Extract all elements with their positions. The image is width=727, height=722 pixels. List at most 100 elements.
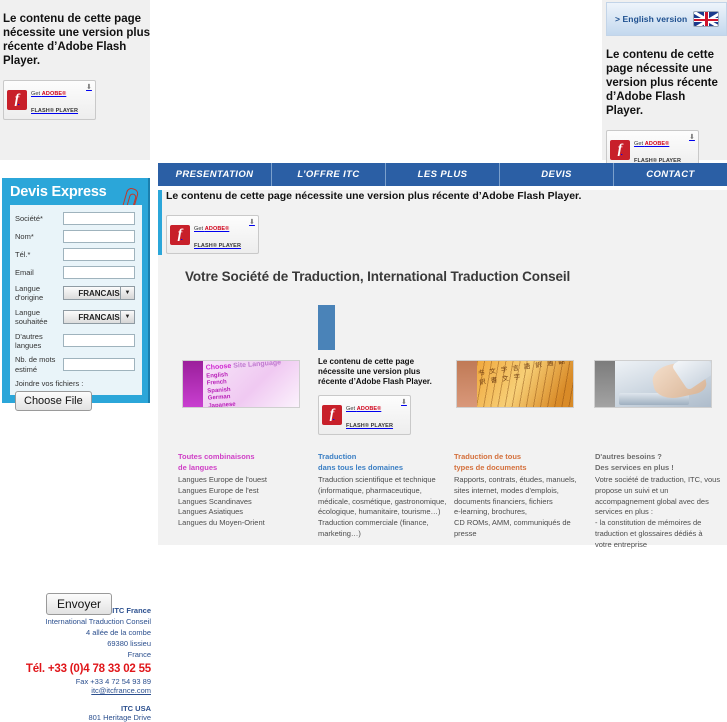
lang-english: English <box>206 371 229 380</box>
download-arrow-icon: ⬇ <box>249 218 255 226</box>
flash-message-text: Le contenu de cette page nécessite une v… <box>318 357 432 386</box>
contact-address-line1: 4 allée de la combe <box>85 627 151 637</box>
english-version-link[interactable]: > English version <box>615 14 687 24</box>
lang-french: French <box>206 379 227 387</box>
contact-fax: Fax +33 4 72 54 93 89 <box>75 677 151 687</box>
flash-message-text: Le contenu de cette page nécessite une v… <box>166 190 582 202</box>
column-heading-line2: types de documents <box>454 462 527 472</box>
header-left-flash-placeholder: Le contenu de cette page nécessite une v… <box>3 12 155 120</box>
column-autres-besoins: D'autres besoins ? Des services en plus … <box>595 452 727 549</box>
label-nb-mots: Nb. de mots estimé <box>15 355 56 374</box>
label-societe: Société* <box>15 213 43 223</box>
field-row-nb-mots: Nb. de mots estimé <box>15 355 137 374</box>
email-input[interactable] <box>63 266 135 279</box>
nav-item-les-plus[interactable]: LES PLUS <box>386 163 500 186</box>
feature-columns: Toutes combinaisons de langues Langues E… <box>158 452 727 549</box>
page-header: Le contenu de cette page nécessite une v… <box>0 0 727 170</box>
column-traduction-domaines: Traduction dans tous les domaines Traduc… <box>318 452 454 547</box>
language-switch-bar[interactable]: > English version <box>606 2 727 36</box>
column-heading-line1: Toutes combinaisons <box>178 452 255 461</box>
thumb-image: Choose Site Language English French Span… <box>203 361 299 407</box>
download-arrow-icon: ⬇ <box>401 399 407 407</box>
lang-german: German <box>207 394 231 402</box>
column-heading-line2: de langues <box>178 462 218 472</box>
main-navigation: PRESENTATION L’OFFRE ITC LES PLUS DEVIS … <box>158 163 727 186</box>
column-heading-line2: Des services en plus ! <box>595 462 674 472</box>
left-sidebar: Devis Express Société* Nom* Tél.* Email … <box>0 178 157 722</box>
label-autres-langues: D'autres langues <box>15 331 43 350</box>
field-row-societe: Société* <box>15 212 137 225</box>
societe-input[interactable] <box>63 212 135 225</box>
nom-input[interactable] <box>63 230 135 243</box>
nav-item-devis[interactable]: DEVIS <box>500 163 614 186</box>
flash-badge-line1: Get ADOBE® <box>31 91 67 98</box>
lang-spanish: Spanish <box>207 386 231 395</box>
contact-company: ITC France <box>112 606 151 615</box>
flash-badge-line2: FLASH® PLAYER <box>194 242 242 249</box>
devis-express-form: Société* Nom* Tél.* Email Langue d'origi… <box>10 205 142 411</box>
hands-on-laptop-thumb[interactable] <box>594 360 712 408</box>
column-heading-line1: Traduction <box>318 452 357 461</box>
autres-langues-input[interactable] <box>63 334 135 348</box>
flash-badge-line2: FLASH® PLAYER <box>346 423 394 430</box>
column-body: Rapports, contrats, études, manuels, sit… <box>454 474 577 539</box>
field-row-langue-souhaitee: Langue souhaitée FRANCAIS ▼ <box>15 308 137 327</box>
flash-f-icon: f <box>322 405 342 426</box>
label-langue-souhaitee: Langue souhaitée <box>15 307 48 327</box>
choose-file-button[interactable]: Choose File <box>15 391 92 411</box>
flash-message-text: Le contenu de cette page nécessite une v… <box>3 13 151 68</box>
download-arrow-icon: ⬇ <box>689 134 695 142</box>
chevron-down-icon: ▼ <box>120 287 134 300</box>
download-arrow-icon: ⬇ <box>86 84 92 92</box>
langue-origine-select[interactable]: FRANCAIS ▼ <box>63 286 135 301</box>
contact-usa-company: ITC USA <box>121 704 151 714</box>
thumb-heading-sub: Site Language <box>233 361 282 370</box>
flash-badge-line2: FLASH® PLAYER <box>31 107 79 114</box>
lang-japanese: Japanese <box>208 401 236 407</box>
field-row-tel: Tél.* <box>15 248 137 261</box>
field-row-email: Email <box>15 266 137 279</box>
thumb-heading: Choose <box>205 362 232 372</box>
main-flash-placeholder: Le contenu de cette page nécessite une v… <box>166 190 706 255</box>
contact-address-line2: 69380 lissieu <box>107 638 151 648</box>
get-flash-player-badge[interactable]: f Get ADOBE® FLASH® PLAYER ⬇ <box>318 395 411 435</box>
tel-input[interactable] <box>63 248 135 261</box>
label-nom: Nom* <box>15 231 34 241</box>
flash-message-text: Le contenu de cette page nécessite une v… <box>606 49 718 118</box>
thumbnail-row: Choose Site Language English French Span… <box>158 305 727 435</box>
flash-f-icon: f <box>610 139 630 160</box>
field-row-nom: Nom* <box>15 230 137 243</box>
flash-badge-line1: Get ADOBE® <box>346 406 382 413</box>
sleeve-shape <box>671 361 711 391</box>
thumb-color-strip <box>595 361 615 407</box>
thumb-flash-placeholder: Le contenu de cette page nécessite une v… <box>318 357 446 435</box>
flash-f-icon: f <box>170 224 190 245</box>
label-langue-origine: Langue d'origine <box>15 284 44 303</box>
column-heading-line1: D'autres besoins ? <box>595 452 662 461</box>
field-row-langue-origine: Langue d'origine FRANCAIS ▼ <box>15 284 137 303</box>
langue-souhaitee-select[interactable]: FRANCAIS ▼ <box>63 310 135 325</box>
thumb-image <box>615 361 711 407</box>
column-body: Traduction scientifique et technique (in… <box>318 474 447 539</box>
chinese-bamboo-script-thumb[interactable]: 书 文 字 言 語 訳 通 翻 訳 書 文 字 <box>456 360 574 408</box>
nb-mots-input[interactable] <box>63 358 135 372</box>
nav-item-offre-itc[interactable]: L’OFFRE ITC <box>272 163 386 186</box>
nav-item-presentation[interactable]: PRESENTATION <box>158 163 272 186</box>
label-tel: Tél.* <box>15 249 31 259</box>
contact-country: France <box>127 649 151 659</box>
nav-item-contact[interactable]: CONTACT <box>614 163 727 186</box>
get-flash-player-badge[interactable]: f Get ADOBE® FLASH® PLAYER ⬇ <box>166 214 259 255</box>
field-row-autres-langues: D'autres langues <box>15 332 137 351</box>
contact-block: ITC France International Traduction Cons… <box>0 606 157 722</box>
contact-full-name: International Traduction Conseil <box>45 616 151 626</box>
thumb-color-strip <box>183 361 203 407</box>
get-flash-player-badge[interactable]: f Get ADOBE® FLASH® PLAYER ⬇ <box>3 80 96 120</box>
header-right-flash-placeholder: Le contenu de cette page nécessite une v… <box>606 48 724 170</box>
label-email: Email <box>15 267 34 277</box>
choose-site-language-thumb[interactable]: Choose Site Language English French Span… <box>182 360 300 408</box>
uk-flag-icon <box>693 11 720 27</box>
contact-email-link[interactable]: itc@itcfrance.com <box>0 686 151 695</box>
blue-block-decoration <box>318 305 335 350</box>
column-types-documents: Traduction de tous types de documents Ra… <box>454 452 595 547</box>
column-heading-line1: Traduction de tous <box>454 452 522 461</box>
